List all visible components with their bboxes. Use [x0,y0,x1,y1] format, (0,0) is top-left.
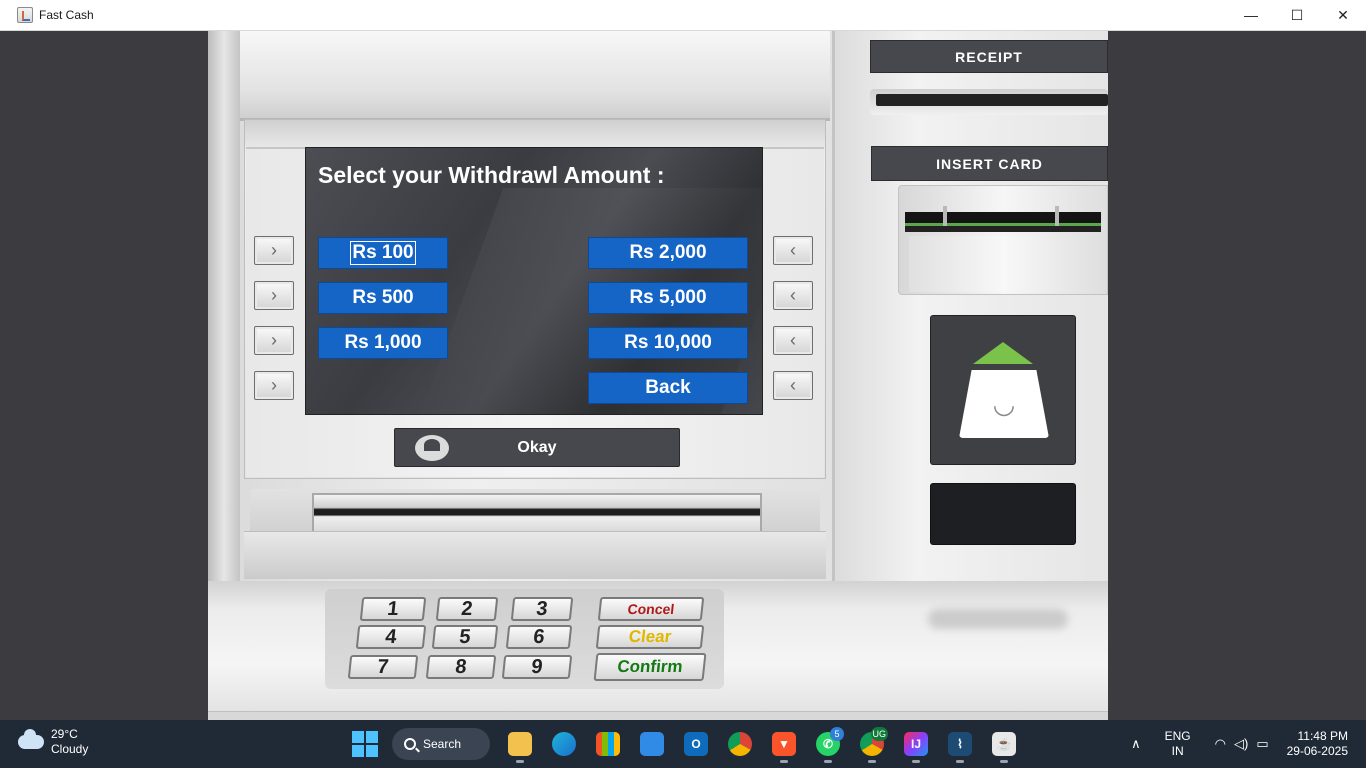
atm-left-edge [208,31,240,581]
chrome-profile-badge: UG [870,727,888,741]
back-button[interactable]: Back [588,372,748,404]
chevron-left-icon: ‹ [790,285,796,305]
outlook-icon[interactable]: O [674,725,718,763]
chevron-right-icon: › [271,330,277,350]
receipt-label: RECEIPT [870,40,1108,73]
window-title: Fast Cash [39,8,94,22]
maximize-button[interactable]: ☐ [1274,0,1320,30]
mysql-workbench-icon[interactable]: ⌇ [938,725,982,763]
key-4: 4 [355,625,427,649]
key-2: 2 [435,597,499,621]
weather-temp: 29°C [51,727,78,741]
java-app-icon [17,7,33,23]
store-icon[interactable] [586,725,630,763]
insert-card-label: INSERT CARD [871,146,1108,181]
whatsapp-icon[interactable]: ✆ 5 [806,725,850,763]
close-button[interactable]: ✕ [1320,0,1366,30]
rs-500-button[interactable]: Rs 500 [318,282,448,314]
rs-5000-button[interactable]: Rs 5,000 [588,282,748,314]
okay-button: Okay [394,428,680,467]
window-controls: — ☐ ✕ [1228,0,1366,30]
brave-icon[interactable]: ▼ [762,725,806,763]
minimize-button[interactable]: — [1228,0,1274,30]
side-button-left-4: › [254,371,294,400]
weather-widget[interactable]: 29°C Cloudy [18,727,88,757]
taskbar-apps: Search O ▼ ✆ 5 UG IJ ⌇ ☕ [352,725,1026,763]
chevron-right-icon: › [271,240,277,260]
chevron-right-icon: › [271,285,277,305]
rs-10000-button[interactable]: Rs 10,000 [588,327,748,359]
okay-label: Okay [517,438,557,456]
mail-icon[interactable] [630,725,674,763]
chrome-profile-icon[interactable]: UG [850,725,894,763]
keypad: 1 2 3 Concel 4 5 6 Clear 7 8 9 Confirm [325,589,724,689]
arrow-up-icon [973,342,1033,364]
receipt-slot [870,89,1108,115]
cancel-key: Concel [597,597,705,621]
system-tray: ∧ ENG IN ◠ ◁) ▭ 11:48 PM 29-06-2025 [1131,720,1366,768]
search-label: Search [423,737,462,751]
chrome-icon[interactable] [718,725,762,763]
clock[interactable]: 11:48 PM 29-06-2025 [1287,729,1348,759]
wifi-icon[interactable]: ◠ [1215,736,1226,752]
key-7: 7 [347,655,419,679]
taskbar-search[interactable]: Search [392,728,490,760]
rs-100-button[interactable]: Rs 100 [318,237,448,269]
contactless-panel: ◡ [930,315,1076,465]
intellij-icon[interactable]: IJ [894,725,938,763]
confirm-key: Confirm [593,653,707,681]
atm-lower-ledge [244,531,826,579]
edge-icon[interactable] [542,725,586,763]
chevron-left-icon: ‹ [790,375,796,395]
side-button-left-1: › [254,236,294,265]
contactless-card-icon: ◡ [959,370,1049,438]
cloud-icon [18,729,44,749]
atm-screen: Select your Withdrawl Amount : Rs 100 Rs… [305,147,763,415]
clear-key: Clear [595,625,705,649]
rs-1000-button[interactable]: Rs 1,000 [318,327,448,359]
atm-top-hood [240,31,830,121]
dark-display-panel [930,483,1076,545]
side-button-right-1: ‹ [773,236,813,265]
taskbar: 29°C Cloudy Search O ▼ ✆ 5 UG IJ ⌇ ☕ ∧ EN… [0,720,1366,768]
cash-dispenser-slot [250,489,820,537]
window-titlebar: Fast Cash — ☐ ✕ [0,0,1366,31]
java-icon[interactable]: ☕ [982,725,1026,763]
clock-date: 29-06-2025 [1286,744,1348,758]
clock-time: 11:48 PM [1297,729,1348,743]
volume-icon[interactable]: ◁) [1234,736,1248,752]
weather-desc: Cloudy [51,742,89,756]
rs-2000-button[interactable]: Rs 2,000 [588,237,748,269]
file-explorer-icon[interactable] [498,725,542,763]
key-3: 3 [510,597,574,621]
chevron-up-icon[interactable]: ∧ [1131,736,1141,752]
atm-background: › › › › ‹ ‹ ‹ ‹ Select your Withdrawl Am… [208,31,1108,720]
key-1: 1 [359,597,427,621]
chevron-left-icon: ‹ [790,330,796,350]
card-reader [898,185,1108,295]
battery-icon[interactable]: ▭ [1256,736,1268,752]
search-icon [404,738,416,750]
side-button-right-3: ‹ [773,326,813,355]
side-button-right-2: ‹ [773,281,813,310]
chevron-right-icon: › [271,375,277,395]
chevron-left-icon: ‹ [790,240,796,260]
whatsapp-badge: 5 [830,727,844,741]
key-9: 9 [501,655,573,679]
screen-title: Select your Withdrawl Amount : [318,162,665,188]
side-button-right-4: ‹ [773,371,813,400]
side-button-left-2: › [254,281,294,310]
key-8: 8 [425,655,497,679]
key-6: 6 [505,625,573,649]
side-button-left-3: › [254,326,294,355]
windows-start-icon[interactable] [352,731,378,757]
key-5: 5 [431,625,499,649]
language-indicator[interactable]: ENG IN [1165,729,1191,759]
app-content: › › › › ‹ ‹ ‹ ‹ Select your Withdrawl Am… [8,31,1366,720]
